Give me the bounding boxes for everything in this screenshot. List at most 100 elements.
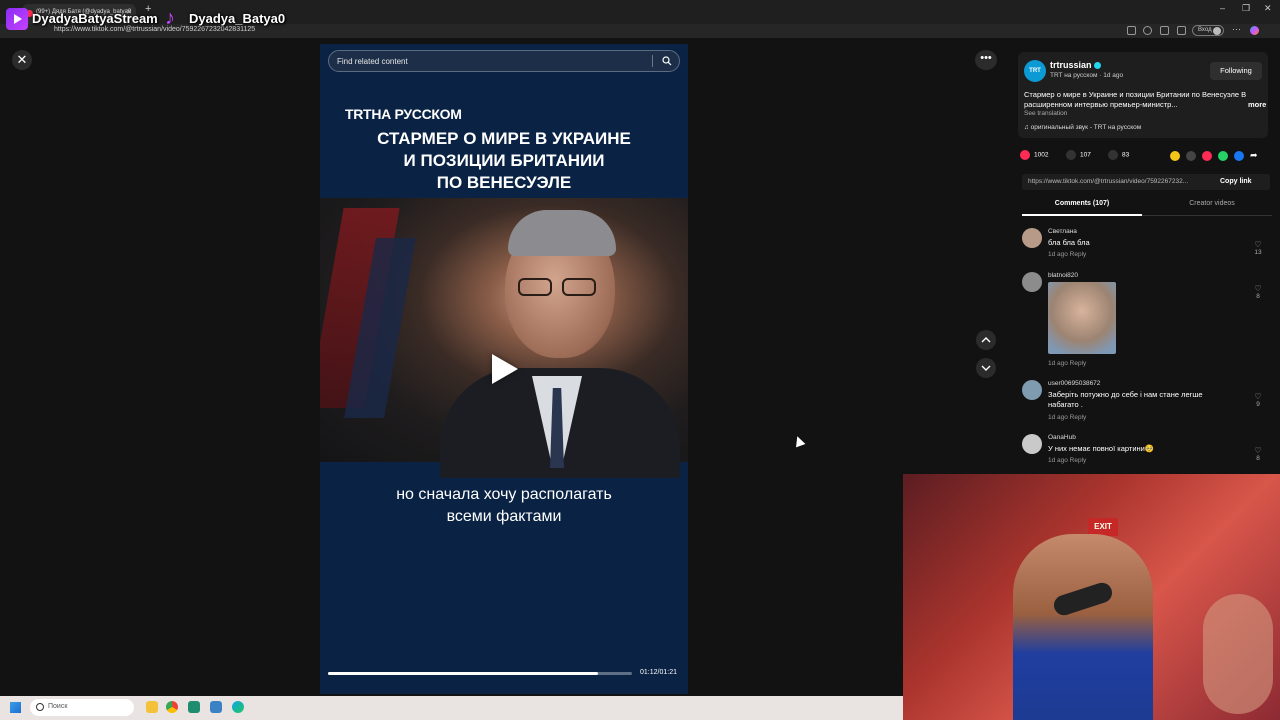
search-divider [652,55,653,67]
comment-text: У них немає повної картини🥺 [1048,444,1155,453]
headline-line: И ПОЗИЦИИ БРИТАНИИ [403,151,605,170]
file-explorer-icon[interactable] [146,701,158,713]
comment-like-button[interactable]: ♡ 13 [1252,240,1264,256]
minimize-icon[interactable]: – [1220,3,1225,13]
search-placeholder: Find related content [337,57,408,66]
like-count: 1002 [1034,151,1049,159]
profile-label: Вход [1198,27,1212,33]
taskbar-search[interactable]: Поиск [30,699,134,716]
more-link[interactable]: more [1248,100,1266,109]
video-subtitle: но сначала хочу располагать всеми фактам… [320,484,688,528]
tab-comments[interactable]: Comments (107) [1022,196,1142,216]
person-glasses [518,278,600,296]
headline-line: СТАРМЕР О МИРЕ В УКРАИНЕ [377,129,631,148]
streamer-hand [1203,594,1273,714]
video-player[interactable]: Find related content TRTНА РУССКОМ СТАРМ… [320,44,688,694]
see-translation-link[interactable]: See translation [1024,110,1067,117]
author-name[interactable]: trtrussian [1050,60,1092,70]
save-count: 83 [1122,151,1130,159]
collections-icon[interactable] [1177,26,1186,35]
find-related-search[interactable]: Find related content [328,50,680,72]
apps-icon[interactable] [1127,26,1136,35]
comment-avatar[interactable] [1022,434,1042,454]
extensions-icon[interactable] [1160,26,1169,35]
comment-like-button[interactable]: ♡ 8 [1252,284,1264,300]
maximize-icon[interactable]: ❐ [1242,3,1250,14]
chevron-up-icon [981,337,991,343]
friends-share-icon[interactable] [1202,151,1212,161]
save-button[interactable]: 83 [1108,150,1129,160]
following-button[interactable]: Following [1210,62,1262,80]
heart-icon [1020,150,1030,160]
copy-link-button[interactable]: Copy link [1220,178,1252,185]
comment-item: user00695038672 Заберіть потужно до себе… [1022,380,1262,426]
url-field[interactable]: https://www.tiktok.com/@trtrussian/video… [54,26,255,33]
comment-like-count: 8 [1256,455,1260,462]
comment-text: бла бла бла [1048,238,1090,247]
engagement-stats: 1002 107 83 ➦ [1020,150,1270,164]
comment-username[interactable]: user00695038672 [1048,380,1100,387]
profile-button[interactable]: Вход [1192,25,1224,36]
comment-like-count: 8 [1256,293,1260,300]
stream-channel-name: DyadyaBatyaStream [32,11,158,26]
window-close-icon[interactable]: ✕ [1264,3,1272,14]
more-options-button[interactable]: ••• [975,50,997,70]
previous-video-button[interactable] [976,330,996,350]
tab-creator-videos[interactable]: Creator videos [1152,196,1272,212]
app-icon[interactable] [210,701,222,713]
comment-avatar[interactable] [1022,272,1042,292]
comment-item: OanaHub У них немає повної картини🥺 1d a… [1022,434,1262,474]
play-icon[interactable] [492,354,518,384]
comment-button[interactable]: 107 [1066,150,1091,160]
close-video-button[interactable]: ✕ [12,50,32,70]
next-video-button[interactable] [976,358,996,378]
menu-dots-icon[interactable]: ⋯ [1232,24,1241,34]
video-progress-bar[interactable] [328,672,632,675]
whatsapp-icon[interactable] [1218,151,1228,161]
video-headline: СТАРМЕР О МИРЕ В УКРАИНЕ И ПОЗИЦИИ БРИТА… [320,128,688,194]
comment-meta[interactable]: 1d ago Reply [1048,251,1086,258]
comment-meta[interactable]: 1d ago Reply [1048,414,1086,421]
streamer-webcam: EXIT [903,474,1280,720]
video-frame-image [320,198,688,478]
copilot-icon[interactable] [1250,26,1259,35]
share-arrow-icon[interactable]: ➦ [1250,151,1260,161]
search-icon[interactable] [662,56,672,66]
comment-like-count: 13 [1254,249,1262,256]
bookmark-icon [1108,150,1118,160]
video-time: 01:12/01:21 [640,669,677,676]
author-username[interactable]: trtrussian [1050,60,1101,70]
windows-start-icon[interactable] [10,702,21,713]
comment-avatar[interactable] [1022,380,1042,400]
embed-icon[interactable] [1186,151,1196,161]
comment-text: Заберіть потужно до себе і нам стане лег… [1048,390,1203,409]
author-avatar[interactable]: TRT [1024,60,1046,82]
comment-like-button[interactable]: ♡ 9 [1252,392,1264,408]
subtitle-line: всеми фактами [446,508,562,525]
tiktok-channel-name: Dyadya_Batya0 [189,11,286,26]
facebook-icon[interactable] [1234,151,1244,161]
comment-meta[interactable]: 1d ago Reply [1048,360,1086,367]
video-description: Стармер о мире в Украине и позиции Брита… [1024,90,1247,109]
tiktok-logo-icon: ♪ [165,7,175,29]
favorite-star-icon[interactable] [1143,26,1152,35]
chrome-icon[interactable] [166,701,178,713]
comment-image[interactable] [1048,282,1116,354]
subtitle-line: но сначала хочу располагать [396,486,612,503]
progress-fill [328,672,599,675]
comment-username[interactable]: Светлана [1048,228,1077,235]
comment-avatar[interactable] [1022,228,1042,248]
sound-link[interactable]: ♫ оригинальный звук - TRT на русском [1024,124,1141,131]
app-icon[interactable] [188,701,200,713]
headline-line: ПО ВЕНЕСУЭЛЕ [436,173,572,192]
comment-username[interactable]: OanaHub [1048,434,1076,441]
comment-like-button[interactable]: ♡ 8 [1252,446,1264,462]
profile-avatar [1213,27,1221,35]
like-button[interactable]: 1002 [1020,150,1048,160]
comment-username[interactable]: blatnoi820 [1048,272,1078,279]
edge-icon[interactable] [232,701,244,713]
person-hair [508,210,616,256]
comment-meta[interactable]: 1d ago Reply [1048,457,1086,464]
repost-icon[interactable] [1170,151,1180,161]
video-details-panel: TRT trtrussian TRT на русском · 1d ago F… [1006,44,1280,474]
